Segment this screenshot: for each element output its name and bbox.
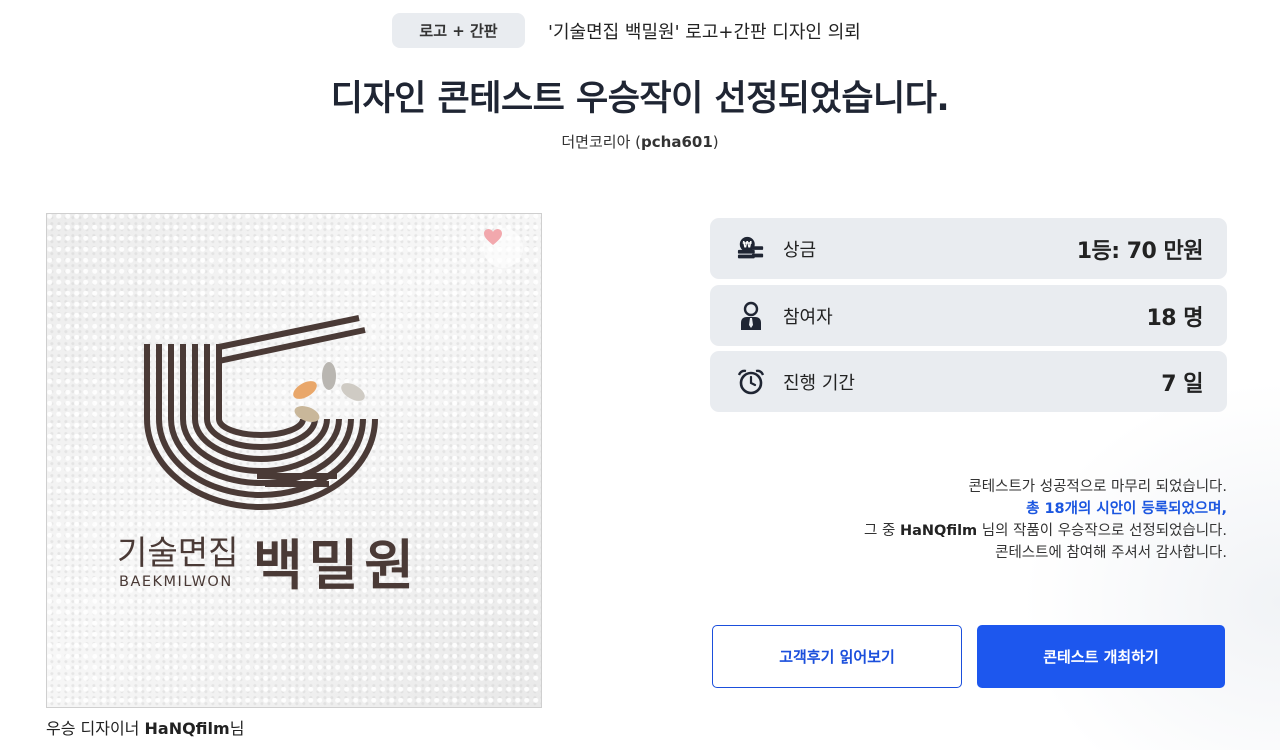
message-designer-name: HaNQfilm: [899, 523, 978, 539]
caption-suffix: 님: [229, 719, 245, 738]
like-button[interactable]: [483, 228, 523, 268]
designer-caption: 우승 디자이너 HaNQfilm님: [46, 715, 244, 739]
header: 로고 + 간판 '기술면집 백밀원' 로고+간판 디자인 의뢰: [0, 13, 1280, 48]
leaf-left: [293, 381, 317, 399]
stat-value: 1등: 70 만원: [1076, 238, 1204, 264]
contest-title: '기술면집 백밀원' 로고+간판 디자인 의뢰: [548, 21, 861, 43]
alarm-clock-icon: [737, 368, 765, 396]
message-line-1: 콘테스트가 성공적으로 마무리 되었습니다.: [968, 479, 1227, 495]
stat-duration: 진행 기간 7 일: [710, 351, 1227, 412]
category-chip[interactable]: 로고 + 간판: [392, 13, 525, 48]
logo-text-english: BAEKMILWON: [119, 574, 233, 590]
logo-artwork: 기술면집 BAEKMILWON 백밀원: [117, 315, 420, 597]
read-reviews-button[interactable]: 고객후기 읽어보기: [712, 625, 962, 688]
prize-money-icon: ₩: [737, 235, 765, 263]
message-line-4: 콘테스트에 참여해 주셔서 감사합니다.: [995, 545, 1227, 561]
chopstick-upper: [218, 315, 360, 350]
designer-name[interactable]: HaNQfilm: [145, 719, 230, 738]
stat-label: 참여자: [783, 306, 833, 328]
winning-design-image[interactable]: 기술면집 BAEKMILWON 백밀원: [46, 213, 542, 708]
client-name: 더면코리아: [561, 133, 631, 151]
caption-prefix: 우승 디자이너: [46, 719, 140, 738]
stat-label: 상금: [783, 239, 817, 261]
message-line-3: 그 중 HaNQfilm 님의 작품이 우승작으로 선정되었습니다.: [864, 520, 1227, 542]
leaf-top: [322, 362, 336, 390]
client-info: 더면코리아 (pcha601): [561, 133, 719, 151]
page-title: 디자인 콘테스트 우승작이 선정되었습니다.: [330, 79, 950, 119]
result-message: 콘테스트가 성공적으로 마무리 되었습니다. 총 18개의 시안이 등록되었으며…: [864, 476, 1227, 564]
message-line-3-suffix: 님의 작품이 우승작으로 선정되었습니다.: [981, 523, 1227, 539]
logo-text-korean: 기술면집: [117, 533, 238, 572]
client-id: pcha601: [641, 133, 713, 151]
message-line-2: 총 18개의 시안이 등록되었으며,: [1026, 501, 1227, 517]
background-glow: [1020, 380, 1280, 750]
participant-icon: [737, 301, 765, 330]
stat-label: 진행 기간: [783, 372, 855, 394]
svg-text:₩: ₩: [743, 239, 753, 249]
leaf-right: [341, 383, 365, 401]
bowl-stroke-5: [192, 344, 330, 462]
message-line-3-prefix: 그 중: [864, 523, 896, 539]
stat-prize: ₩ 상금 1등: 70 만원: [710, 218, 1227, 279]
stat-value: 18 명: [1146, 305, 1203, 331]
stat-participants: 참여자 18 명: [710, 285, 1227, 346]
stat-value: 7 일: [1161, 371, 1203, 397]
host-contest-button[interactable]: 콘테스트 개최하기: [977, 625, 1225, 688]
logo-text-brand: 백밀원: [253, 534, 420, 597]
